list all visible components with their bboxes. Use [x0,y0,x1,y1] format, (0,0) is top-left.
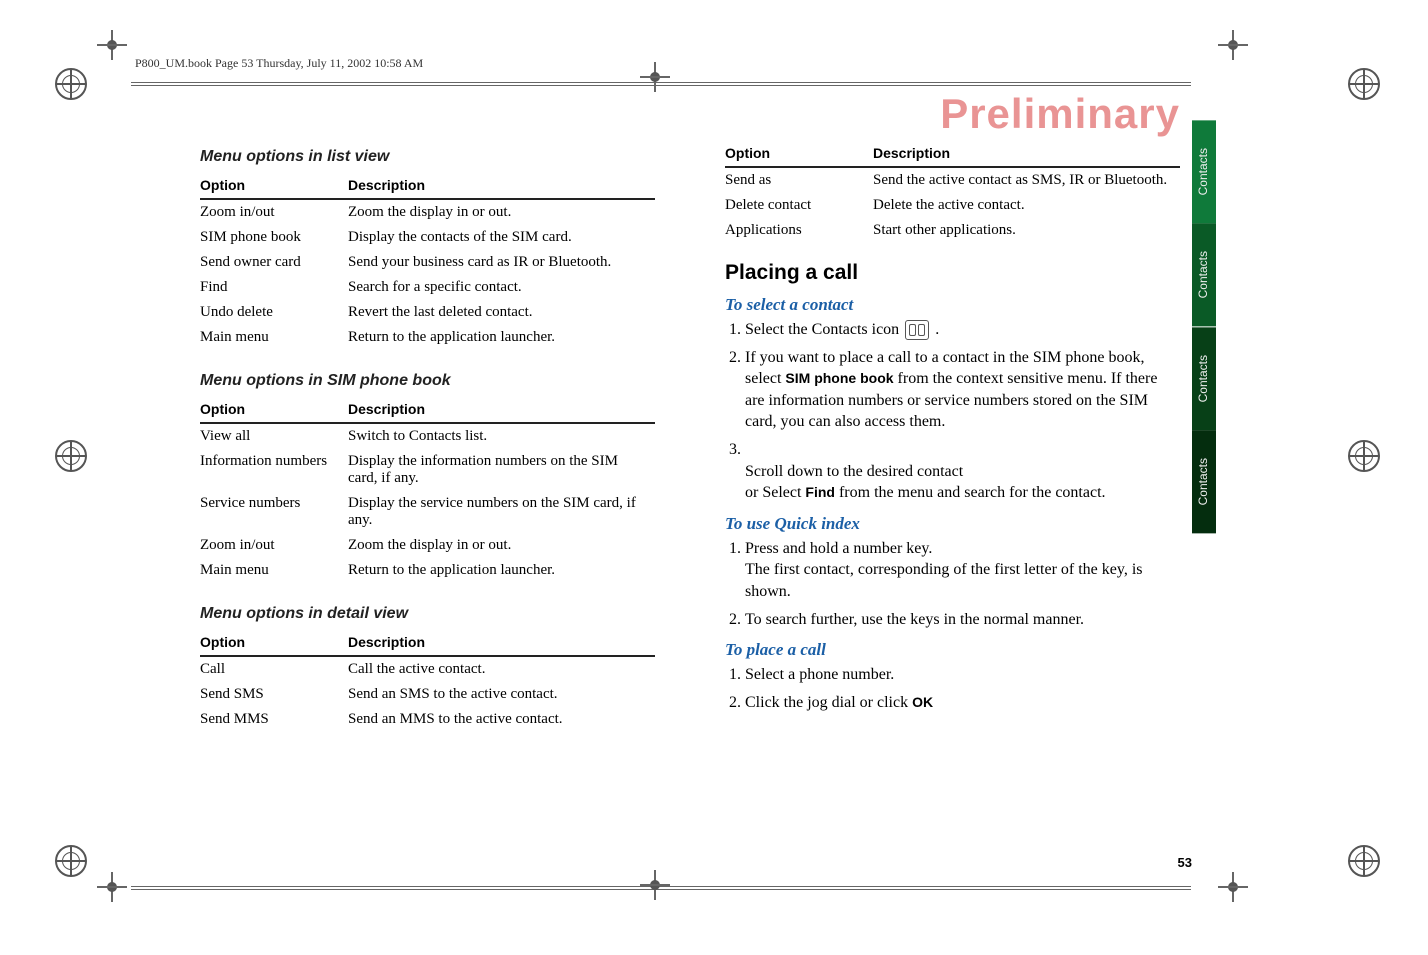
quick-index-steps: Press and hold a number key. The first c… [725,538,1180,630]
registration-mark-icon [55,845,87,877]
left-column: Menu options in list view Option Descrip… [200,142,655,732]
col-description: Description [348,398,655,423]
table-row: SIM phone bookDisplay the contacts of th… [200,225,655,250]
table-row: ApplicationsStart other applications. [725,218,1180,243]
table-row: Main menuReturn to the application launc… [200,325,655,350]
table-row: Zoom in/outZoom the display in or out. [200,533,655,558]
list-item: To search further, use the keys in the n… [745,609,1180,631]
table-row: Zoom in/outZoom the display in or out. [200,199,655,225]
select-contact-subhead: To select a contact [725,295,1180,315]
quick-index-subhead: To use Quick index [725,514,1180,534]
contacts-icon [905,320,929,340]
col-description: Description [873,142,1180,167]
registration-mark-icon [55,68,87,100]
placing-call-heading: Placing a call [725,261,1180,285]
detail-view-heading: Menu options in detail view [200,605,655,623]
table-row: Service numbersDisplay the service numbe… [200,491,655,533]
side-tabs: Contacts Contacts Contacts Contacts [1192,120,1216,533]
registration-mark-icon [1348,440,1380,472]
col-option: Option [200,398,348,423]
table-row: Delete contactDelete the active contact. [725,193,1180,218]
side-tab: Contacts [1192,430,1216,533]
crosshair-icon [640,870,670,900]
table-row: View allSwitch to Contacts list. [200,423,655,449]
page-header-info: P800_UM.book Page 53 Thursday, July 11, … [135,56,423,71]
list-item: Select a phone number. [745,664,1180,686]
detail-view-table: Option Description CallCall the active c… [200,631,655,732]
page-number: 53 [1178,855,1192,870]
col-option: Option [200,631,348,656]
table-row: Undo deleteRevert the last deleted conta… [200,300,655,325]
crosshair-icon [1218,872,1248,902]
select-contact-steps: Select the Contacts icon . If you want t… [725,319,1180,504]
table-row: Send owner cardSend your business card a… [200,250,655,275]
side-tab: Contacts [1192,327,1216,430]
place-call-steps: Select a phone number. Click the jog dia… [725,664,1180,713]
list-item: Click the jog dial or click OK [745,692,1180,714]
side-tab: Contacts [1192,120,1216,223]
table-row: Send SMSSend an SMS to the active contac… [200,682,655,707]
table-row: Main menuReturn to the application launc… [200,558,655,583]
col-description: Description [348,631,655,656]
col-option: Option [200,174,348,199]
list-view-heading: Menu options in list view [200,148,655,166]
col-description: Description [348,174,655,199]
list-item: Scroll down to the desired contact or Se… [745,439,1180,504]
list-view-table: Option Description Zoom in/outZoom the d… [200,174,655,350]
table-row: CallCall the active contact. [200,656,655,682]
table-row: Information numbersDisplay the informati… [200,449,655,491]
sim-book-heading: Menu options in SIM phone book [200,372,655,390]
place-call-subhead: To place a call [725,640,1180,660]
sim-book-table: Option Description View allSwitch to Con… [200,398,655,583]
right-column: Option Description Send asSend the activ… [725,142,1180,732]
side-tab: Contacts [1192,223,1216,326]
crosshair-icon [97,30,127,60]
crosshair-icon [1218,30,1248,60]
crosshair-icon [97,872,127,902]
list-item: Select the Contacts icon . [745,319,1180,341]
crosshair-icon [640,62,670,92]
registration-mark-icon [1348,68,1380,100]
list-item: If you want to place a call to a contact… [745,347,1180,433]
col-option: Option [725,142,873,167]
detail-view-cont-table: Option Description Send asSend the activ… [725,142,1180,243]
table-row: Send MMSSend an MMS to the active contac… [200,707,655,732]
registration-mark-icon [55,440,87,472]
watermark: Preliminary [940,90,1180,138]
list-item: Press and hold a number key. The first c… [745,538,1180,603]
table-row: Send asSend the active contact as SMS, I… [725,167,1180,193]
table-row: FindSearch for a specific contact. [200,275,655,300]
registration-mark-icon [1348,845,1380,877]
